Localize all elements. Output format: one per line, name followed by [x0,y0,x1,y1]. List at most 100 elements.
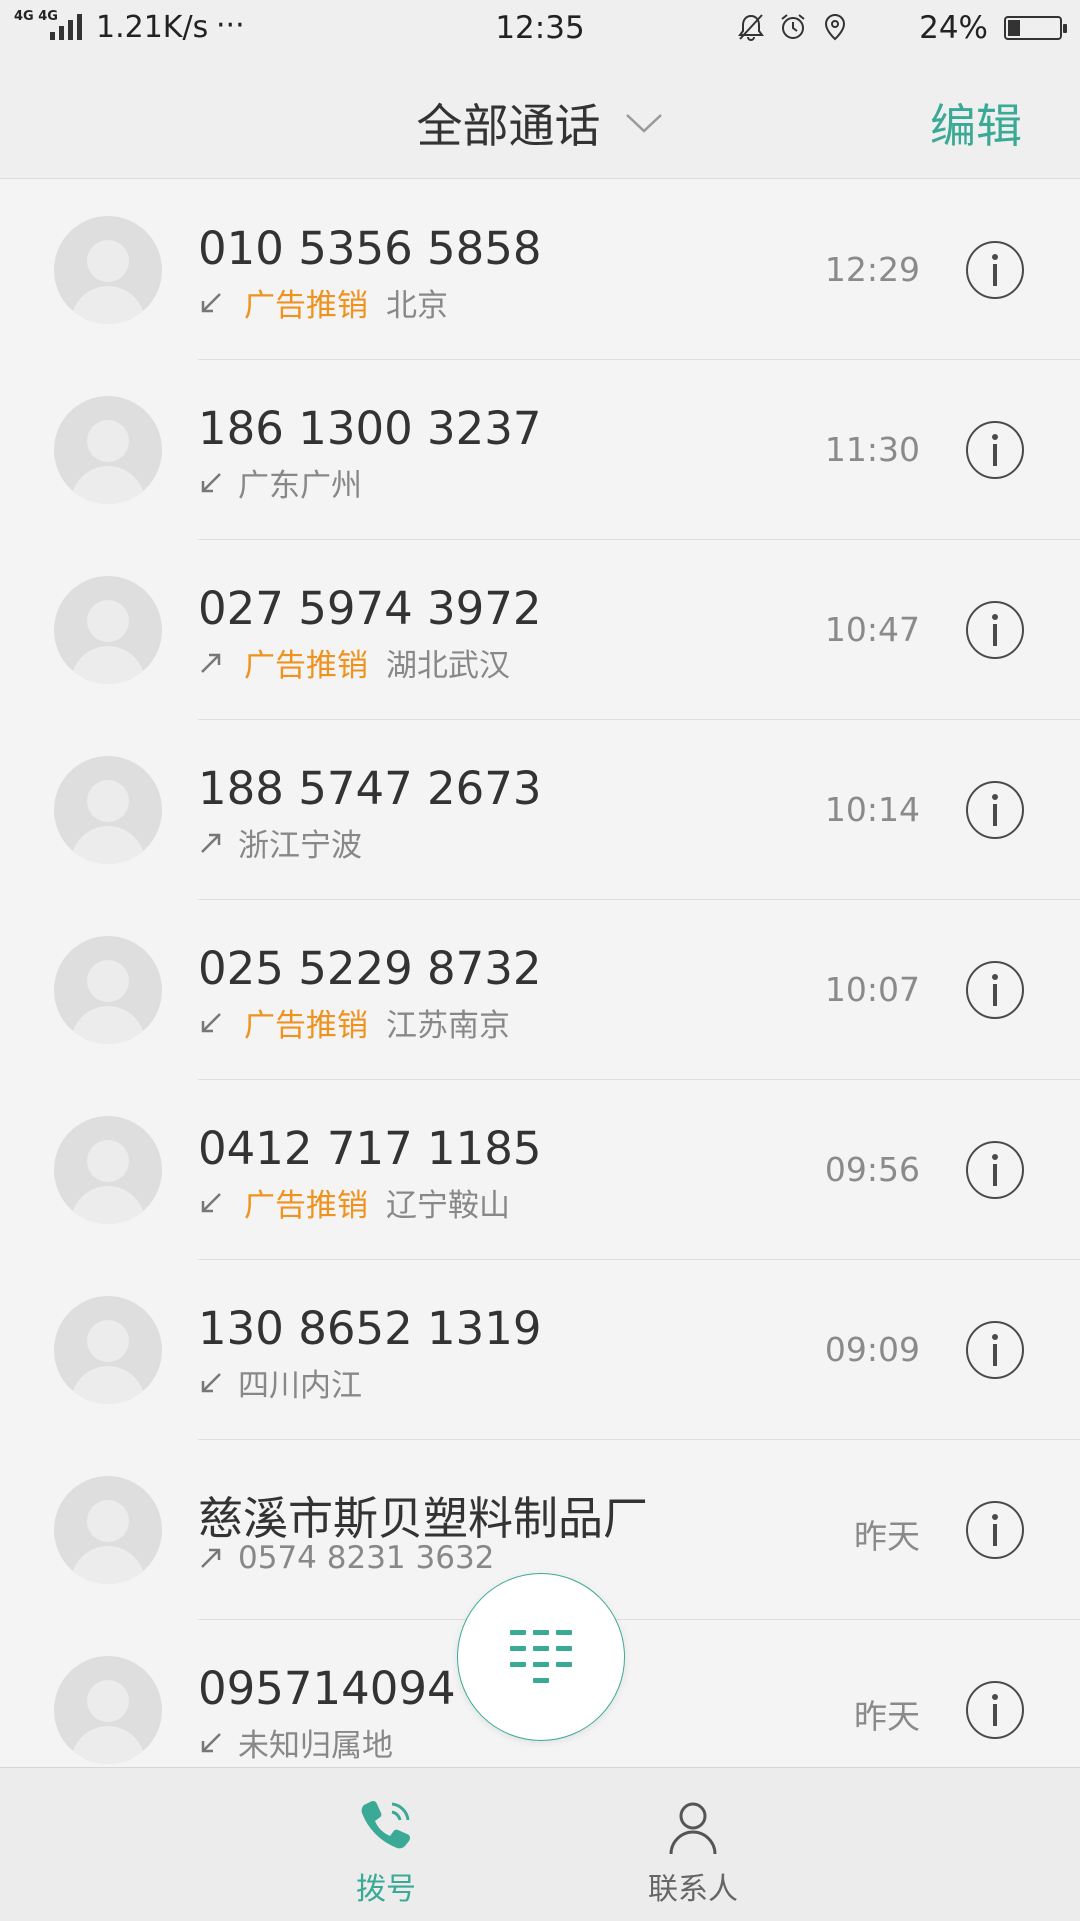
battery-percent: 24% [919,10,988,46]
call-info-button[interactable] [966,1321,1024,1379]
call-log-row[interactable]: 130 8652 1319 四川内江 09:09 [0,1260,1080,1440]
call-log-row[interactable]: 025 5229 8732 广告推销 江苏南京 10:07 [0,900,1080,1080]
call-number: 025 5229 8732 [198,942,542,995]
dialpad-button[interactable] [457,1573,625,1741]
call-number: 188 5747 2673 [198,762,542,815]
avatar[interactable] [54,216,162,324]
call-time: 10:07 [824,970,920,1009]
info-icon [992,974,998,1006]
spam-tag: 广告推销 [244,1188,368,1224]
call-number: 095714094 [198,1662,456,1715]
call-info-button[interactable] [966,961,1024,1019]
call-time: 10:47 [824,610,920,649]
page-title: 全部通话 [416,99,601,153]
info-icon [992,1694,998,1726]
call-info-button[interactable] [966,601,1024,659]
status-bar: 4G 4G 1.21K/s ··· 12:35 24% [0,0,1080,60]
avatar[interactable] [54,756,162,864]
info-icon [992,1154,998,1186]
outgoing-call-icon [201,653,221,673]
call-filter-dropdown[interactable]: 全部通话 [0,90,1080,156]
call-time: 09:56 [824,1150,920,1189]
phone-icon [361,1800,411,1849]
tab-dial-label: 拨号 [356,1872,416,1907]
info-icon [992,434,998,466]
spam-tag: 广告推销 [244,288,368,324]
call-details: 0574 8231 3632 [198,1540,494,1576]
call-info-button[interactable] [966,1501,1024,1559]
incoming-call-icon [201,1012,221,1032]
tab-dial[interactable]: 拨号 [236,1768,536,1921]
info-icon [992,1334,998,1366]
call-log-row[interactable]: 188 5747 2673 浙江宁波 10:14 [0,720,1080,900]
call-details: 四川内江 [198,1360,362,1405]
chevron-down-icon [625,114,662,133]
call-details: 广告推销 湖北武汉 [198,640,510,685]
incoming-call-icon [201,1732,221,1752]
call-time: 09:09 [824,1330,920,1369]
info-icon [992,794,998,826]
call-location: 北京 [386,288,448,324]
avatar[interactable] [54,1476,162,1584]
avatar[interactable] [54,576,162,684]
call-location: 广东广州 [238,468,362,504]
info-icon [992,254,998,286]
avatar[interactable] [54,1656,162,1764]
call-location: 四川内江 [238,1368,362,1404]
incoming-call-icon [201,472,221,492]
spam-tag: 广告推销 [244,648,368,684]
bottom-navigation: 拨号 联系人 [0,1767,1080,1921]
incoming-call-icon [201,292,221,312]
call-info-button[interactable] [966,421,1024,479]
call-log-list[interactable]: 010 5356 5858 广告推销 北京 12:29 186 1300 323… [0,180,1080,1767]
call-time: 昨天 [854,1697,920,1736]
call-details: 广告推销 江苏南京 [198,1000,510,1045]
call-info-button[interactable] [966,781,1024,839]
call-time: 10:14 [824,790,920,829]
call-log-row[interactable]: 027 5974 3972 广告推销 湖北武汉 10:47 [0,540,1080,720]
incoming-call-icon [201,1192,221,1212]
call-info-button[interactable] [966,1141,1024,1199]
call-number: 186 1300 3237 [198,402,542,455]
call-location: 未知归属地 [238,1728,393,1764]
status-icons [736,12,850,42]
battery-icon [1004,16,1067,40]
call-number: 慈溪市斯贝塑料制品厂 [198,1492,649,1545]
call-time: 11:30 [824,430,920,469]
edit-button[interactable]: 编辑 [930,90,1022,156]
call-details: 广东广州 [198,460,362,505]
call-details: 广告推销 辽宁鞍山 [198,1180,510,1225]
app-header: 全部通话 编辑 [0,60,1080,179]
call-time: 12:29 [824,250,920,289]
call-info-button[interactable] [966,241,1024,299]
alarm-icon [781,14,805,39]
tab-contacts[interactable]: 联系人 [543,1768,843,1921]
info-icon [992,1514,998,1546]
outgoing-call-icon [201,1548,221,1568]
call-location: 湖北武汉 [386,648,510,684]
contact-icon [669,1802,717,1855]
avatar[interactable] [54,1116,162,1224]
spam-tag: 广告推销 [244,1008,368,1044]
call-location: 辽宁鞍山 [386,1188,510,1224]
info-icon [992,614,998,646]
avatar[interactable] [54,396,162,504]
call-location: 0574 8231 3632 [238,1540,495,1576]
avatar[interactable] [54,1296,162,1404]
tab-contacts-label: 联系人 [648,1872,738,1907]
call-number: 130 8652 1319 [198,1302,542,1355]
call-location: 江苏南京 [386,1008,510,1044]
call-details: 广告推销 北京 [198,280,448,325]
bell-off-icon [738,14,764,41]
avatar[interactable] [54,936,162,1044]
call-log-row[interactable]: 186 1300 3237 广东广州 11:30 [0,360,1080,540]
dialpad-icon [510,1630,572,1683]
call-info-button[interactable] [966,1681,1024,1739]
call-details: 未知归属地 [198,1720,393,1765]
call-log-row[interactable]: 0412 717 1185 广告推销 辽宁鞍山 09:56 [0,1080,1080,1260]
call-number: 0412 717 1185 [198,1122,542,1175]
call-log-row[interactable]: 010 5356 5858 广告推销 北京 12:29 [0,180,1080,360]
call-number: 010 5356 5858 [198,222,542,275]
outgoing-call-icon [201,833,221,853]
clock: 12:35 [495,10,585,46]
